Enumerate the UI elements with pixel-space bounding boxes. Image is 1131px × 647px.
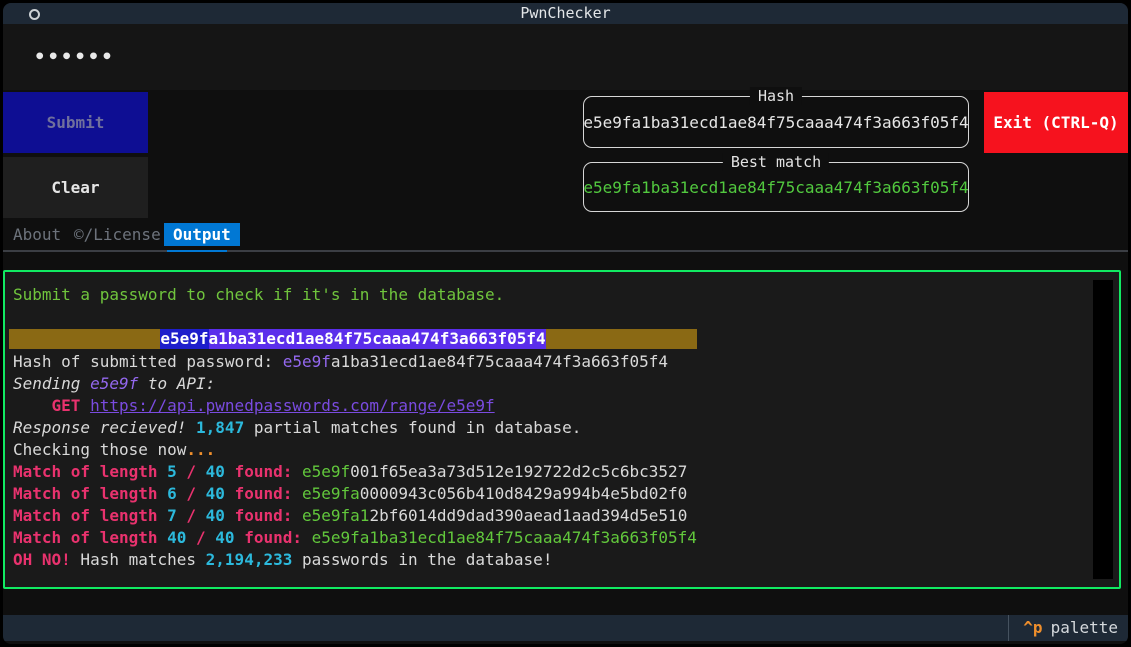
log-line: GET https://api.pwnedpasswords.com/range… xyxy=(13,395,1085,417)
exit-button[interactable]: Exit (CTRL-Q) xyxy=(984,92,1128,153)
log-line: Match of length 40 / 40 found: e5e9fa1ba… xyxy=(13,527,1085,549)
progress-bar-hash-segment: a1ba31ecd1ae84f75caaa474f3a663f05f4 xyxy=(209,329,546,349)
title-bar: PwnChecker xyxy=(3,3,1128,24)
page-title: PwnChecker xyxy=(3,3,1128,24)
progress-bar-hash-segment: e5e9f xyxy=(160,329,208,349)
log-line: Match of length 6 / 40 found: e5e9fa0000… xyxy=(13,483,1085,505)
footer-bar: ^p palette xyxy=(3,615,1128,641)
password-input[interactable]: •••••• xyxy=(3,24,1128,90)
log-line: Submit a password to check if it's in th… xyxy=(13,284,1085,306)
output-log: Submit a password to check if it's in th… xyxy=(13,284,1085,571)
vertical-scrollbar[interactable] xyxy=(1093,280,1113,579)
app-window: PwnChecker •••••• Submit Clear Hash e5e9… xyxy=(3,3,1128,644)
best-match-field-value: e5e9fa1ba31ecd1ae84f75caaa474f3a663f05f4 xyxy=(583,178,968,197)
submit-button[interactable]: Submit xyxy=(3,92,148,153)
log-line: Sending e5e9f to API: xyxy=(13,373,1085,395)
log-line: Response recieved! 1,847 partial matches… xyxy=(13,417,1085,439)
palette-key-label: palette xyxy=(1051,618,1118,637)
log-line: Hash of submitted password: e5e9fa1ba31e… xyxy=(13,351,1085,373)
progress-bar: e5e9fa1ba31ecd1ae84f75caaa474f3a663f05f4 xyxy=(9,329,697,349)
tab-license[interactable]: ©/License xyxy=(74,223,161,246)
output-panel: Submit a password to check if it's in th… xyxy=(3,270,1121,589)
hash-field-value: e5e9fa1ba31ecd1ae84f75caaa474f3a663f05f4 xyxy=(583,113,968,132)
tab-output[interactable]: Output xyxy=(164,223,240,246)
hash-field-label: Hash xyxy=(750,87,802,105)
password-masked-value: •••••• xyxy=(34,46,115,68)
best-match-field[interactable]: Best match e5e9fa1ba31ecd1ae84f75caaa474… xyxy=(583,162,969,212)
best-match-field-label: Best match xyxy=(723,153,829,171)
palette-command[interactable]: ^p palette xyxy=(1008,615,1128,641)
palette-key-binding: ^p xyxy=(1023,618,1042,637)
log-line: Checking those now... xyxy=(13,439,1085,461)
log-line: Match of length 5 / 40 found: e5e9f001f6… xyxy=(13,461,1085,483)
active-tab-underline xyxy=(167,250,227,252)
log-line: Match of length 7 / 40 found: e5e9fa12bf… xyxy=(13,505,1085,527)
hash-field[interactable]: Hash e5e9fa1ba31ecd1ae84f75caaa474f3a663… xyxy=(583,96,969,148)
clear-button[interactable]: Clear xyxy=(3,157,148,218)
screen: PwnChecker •••••• Submit Clear Hash e5e9… xyxy=(0,0,1131,647)
tab-about[interactable]: About xyxy=(13,223,61,246)
log-line: e5e9fa1ba31ecd1ae84f75caaa474f3a663f05f4 xyxy=(13,329,1085,351)
log-line: OH NO! Hash matches 2,194,233 passwords … xyxy=(13,549,1085,571)
log-line xyxy=(13,306,1085,328)
